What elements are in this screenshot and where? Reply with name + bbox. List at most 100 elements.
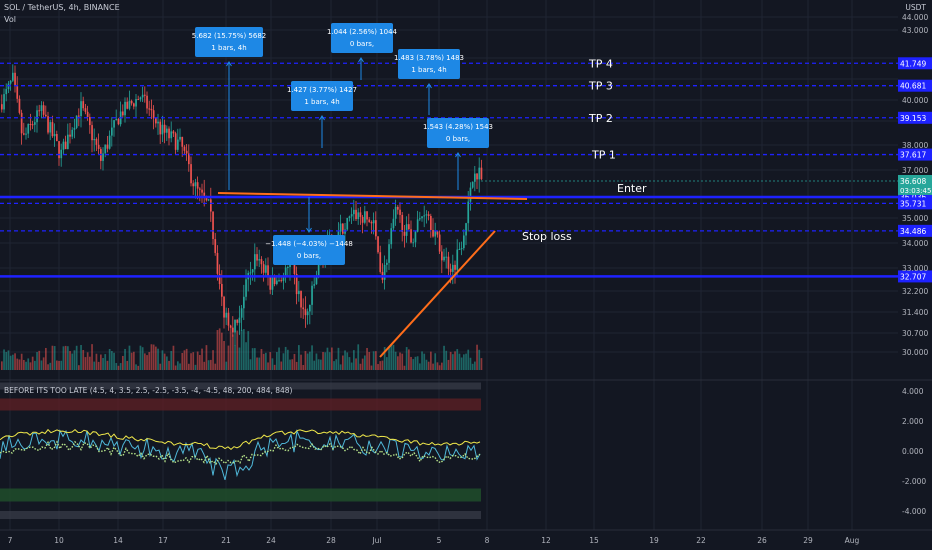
candle-body: [137, 99, 140, 101]
volume-bar: [115, 363, 118, 370]
volume-bar: [331, 347, 333, 370]
level-price-label: 40.681: [900, 82, 926, 91]
volume-bar: [89, 356, 91, 370]
volume-bar: [159, 363, 162, 370]
measure-line2: 0 bars,: [297, 252, 321, 260]
candle-body: [69, 134, 71, 137]
volume-bar: [364, 355, 366, 370]
candle-body: [152, 110, 155, 119]
candle-body: [315, 276, 318, 285]
candle-body: [309, 304, 311, 312]
candle-body: [71, 129, 74, 137]
volume-bar: [262, 353, 265, 370]
measure-line2: 1 bars, 4h: [411, 66, 446, 74]
volume-bar: [29, 362, 32, 370]
price-tick-label: 32.200: [902, 287, 928, 296]
candle-body: [423, 215, 426, 217]
volume-bar: [225, 361, 228, 370]
candle-body: [478, 167, 481, 180]
candle-body: [350, 214, 353, 217]
volume-bar: [97, 361, 100, 370]
volume-bar: [69, 351, 71, 370]
symbol-header: SOL / TetherUS, 4h, BINANCE: [4, 3, 120, 12]
volume-bar: [194, 364, 197, 370]
volume-bar: [298, 345, 300, 370]
candle-body: [177, 139, 179, 150]
candle-body: [207, 199, 210, 201]
candle-body: [300, 290, 302, 308]
volume-bar: [60, 360, 63, 370]
candle-body: [148, 108, 151, 110]
volume-bar: [9, 355, 12, 370]
volume-bar: [161, 350, 164, 370]
candle-body: [388, 244, 390, 263]
candle-body: [339, 223, 342, 232]
candle-body: [190, 164, 192, 184]
volume-bar: [463, 354, 465, 370]
candle-body: [174, 133, 177, 150]
volume-bar: [5, 352, 8, 370]
volume-bar: [335, 359, 338, 370]
volume-bar: [425, 359, 428, 370]
candle-body: [5, 89, 8, 95]
measure-line1: 1.044 (2.56%) 1044: [327, 28, 398, 36]
time-tick-label: Aug: [845, 536, 860, 545]
candle-body: [199, 188, 201, 190]
volume-bar: [454, 351, 456, 370]
candle-body: [449, 268, 452, 272]
chart-canvas: 41.74940.68139.15337.61736.03635.73134.4…: [0, 0, 932, 545]
candle-body: [280, 280, 283, 282]
candle-body: [243, 296, 245, 309]
volume-bar: [254, 348, 256, 370]
candle-body: [445, 256, 448, 258]
volume-bar: [163, 353, 166, 370]
candle-body: [412, 242, 415, 244]
volume-bar: [51, 345, 54, 370]
volume-bar: [260, 349, 263, 370]
volume-bar: [289, 359, 291, 370]
volume-bar: [75, 345, 78, 370]
level-name-label: Stop loss: [522, 230, 572, 243]
candle-body: [377, 236, 379, 253]
volume-bar: [350, 362, 353, 370]
candle-body: [265, 265, 267, 273]
volume-bar: [273, 364, 276, 370]
candle-body: [361, 216, 364, 223]
candle-body: [284, 267, 287, 276]
volume-bar: [249, 359, 252, 370]
candle-body: [38, 110, 41, 112]
candle-body: [405, 224, 408, 236]
price-tick-label: 30.000: [902, 348, 928, 357]
candle-body: [223, 296, 225, 318]
candle-body: [256, 254, 258, 261]
candle-body: [357, 212, 360, 220]
volume-bar: [157, 348, 159, 370]
candle-body: [27, 123, 30, 134]
time-tick-label: 26: [757, 536, 767, 545]
volume-bar: [168, 360, 170, 370]
volume-bar: [458, 353, 461, 370]
volume-bar: [117, 365, 120, 370]
volume-bar: [40, 360, 43, 370]
volume-bar: [181, 352, 184, 370]
volume-bar: [443, 345, 445, 370]
volume-bar: [357, 344, 360, 370]
volume-bar: [247, 331, 250, 370]
volume-bar: [302, 364, 305, 370]
candle-body: [425, 214, 428, 216]
price-tick-label: 31.400: [902, 308, 928, 317]
candle-body: [460, 248, 463, 250]
volume-bar: [445, 350, 448, 370]
volume-bar: [447, 359, 450, 370]
volume-bar: [315, 353, 318, 370]
candle-body: [276, 280, 278, 285]
candle-body: [133, 103, 135, 107]
candle-body: [104, 144, 107, 154]
measure-line1: 1.483 (3.78%) 1483: [394, 54, 464, 62]
volume-bar: [27, 358, 30, 370]
volume-bar: [392, 344, 395, 370]
price-tick-label: 44.000: [902, 13, 928, 22]
candle-body: [34, 122, 36, 125]
candle-body: [471, 181, 474, 188]
volume-bar: [414, 356, 417, 370]
